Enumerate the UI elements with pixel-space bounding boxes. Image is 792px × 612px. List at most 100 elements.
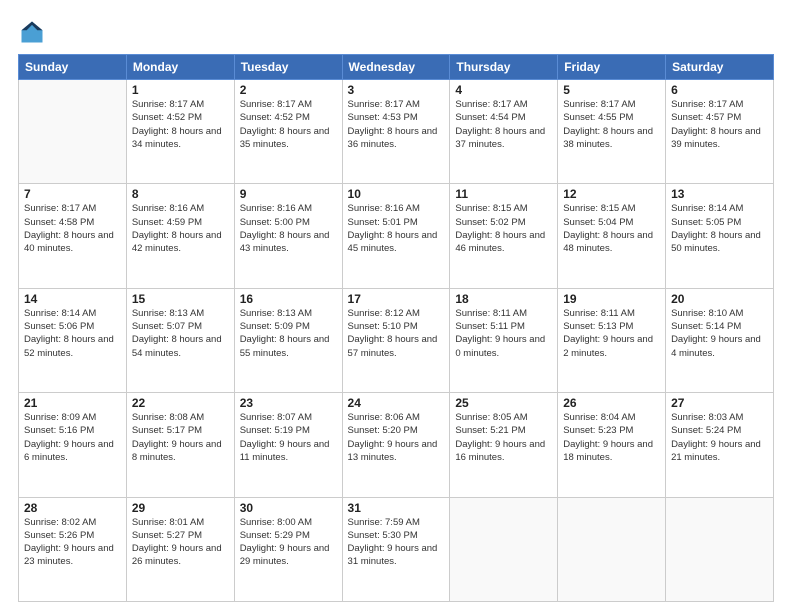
- calendar-cell: 26 Sunrise: 8:04 AM Sunset: 5:23 PM Dayl…: [558, 393, 666, 497]
- calendar-cell: 13 Sunrise: 8:14 AM Sunset: 5:05 PM Dayl…: [666, 184, 774, 288]
- daylight-text: Daylight: 8 hours and 54 minutes.: [132, 333, 229, 360]
- sunrise-text: Sunrise: 8:17 AM: [132, 98, 229, 111]
- sunset-text: Sunset: 4:55 PM: [563, 111, 660, 124]
- calendar-cell: 2 Sunrise: 8:17 AM Sunset: 4:52 PM Dayli…: [234, 80, 342, 184]
- calendar-cell: 31 Sunrise: 7:59 AM Sunset: 5:30 PM Dayl…: [342, 497, 450, 601]
- sunset-text: Sunset: 4:57 PM: [671, 111, 768, 124]
- sunrise-text: Sunrise: 8:16 AM: [348, 202, 445, 215]
- sunset-text: Sunset: 5:09 PM: [240, 320, 337, 333]
- day-number: 13: [671, 187, 768, 201]
- sunrise-text: Sunrise: 8:16 AM: [240, 202, 337, 215]
- calendar-cell: 12 Sunrise: 8:15 AM Sunset: 5:04 PM Dayl…: [558, 184, 666, 288]
- sunrise-text: Sunrise: 8:13 AM: [132, 307, 229, 320]
- calendar-cell: 16 Sunrise: 8:13 AM Sunset: 5:09 PM Dayl…: [234, 288, 342, 392]
- calendar-cell: [558, 497, 666, 601]
- weekday-header: Tuesday: [234, 55, 342, 80]
- sunrise-text: Sunrise: 8:02 AM: [24, 516, 121, 529]
- calendar-cell: 1 Sunrise: 8:17 AM Sunset: 4:52 PM Dayli…: [126, 80, 234, 184]
- calendar-cell: 7 Sunrise: 8:17 AM Sunset: 4:58 PM Dayli…: [19, 184, 127, 288]
- sunset-text: Sunset: 5:02 PM: [455, 216, 552, 229]
- weekday-header: Thursday: [450, 55, 558, 80]
- sunset-text: Sunset: 5:20 PM: [348, 424, 445, 437]
- day-number: 27: [671, 396, 768, 410]
- day-number: 2: [240, 83, 337, 97]
- sunrise-text: Sunrise: 8:15 AM: [455, 202, 552, 215]
- daylight-text: Daylight: 8 hours and 52 minutes.: [24, 333, 121, 360]
- sunset-text: Sunset: 4:52 PM: [240, 111, 337, 124]
- sunrise-text: Sunrise: 8:06 AM: [348, 411, 445, 424]
- sunset-text: Sunset: 5:30 PM: [348, 529, 445, 542]
- calendar-week-row: 21 Sunrise: 8:09 AM Sunset: 5:16 PM Dayl…: [19, 393, 774, 497]
- sunrise-text: Sunrise: 8:00 AM: [240, 516, 337, 529]
- logo-icon: [18, 18, 46, 46]
- calendar-week-row: 1 Sunrise: 8:17 AM Sunset: 4:52 PM Dayli…: [19, 80, 774, 184]
- calendar-cell: [666, 497, 774, 601]
- sunset-text: Sunset: 4:54 PM: [455, 111, 552, 124]
- daylight-text: Daylight: 8 hours and 39 minutes.: [671, 125, 768, 152]
- day-number: 7: [24, 187, 121, 201]
- calendar-cell: 25 Sunrise: 8:05 AM Sunset: 5:21 PM Dayl…: [450, 393, 558, 497]
- sunrise-text: Sunrise: 8:15 AM: [563, 202, 660, 215]
- daylight-text: Daylight: 9 hours and 2 minutes.: [563, 333, 660, 360]
- sunrise-text: Sunrise: 8:17 AM: [671, 98, 768, 111]
- daylight-text: Daylight: 8 hours and 43 minutes.: [240, 229, 337, 256]
- sunset-text: Sunset: 5:23 PM: [563, 424, 660, 437]
- sunrise-text: Sunrise: 8:16 AM: [132, 202, 229, 215]
- sunset-text: Sunset: 4:53 PM: [348, 111, 445, 124]
- day-number: 25: [455, 396, 552, 410]
- calendar-week-row: 28 Sunrise: 8:02 AM Sunset: 5:26 PM Dayl…: [19, 497, 774, 601]
- day-number: 5: [563, 83, 660, 97]
- calendar-table: SundayMondayTuesdayWednesdayThursdayFrid…: [18, 54, 774, 602]
- calendar-cell: 10 Sunrise: 8:16 AM Sunset: 5:01 PM Dayl…: [342, 184, 450, 288]
- calendar-cell: 6 Sunrise: 8:17 AM Sunset: 4:57 PM Dayli…: [666, 80, 774, 184]
- daylight-text: Daylight: 8 hours and 40 minutes.: [24, 229, 121, 256]
- day-number: 19: [563, 292, 660, 306]
- calendar-cell: 9 Sunrise: 8:16 AM Sunset: 5:00 PM Dayli…: [234, 184, 342, 288]
- calendar-cell: 8 Sunrise: 8:16 AM Sunset: 4:59 PM Dayli…: [126, 184, 234, 288]
- day-number: 16: [240, 292, 337, 306]
- day-number: 18: [455, 292, 552, 306]
- day-number: 9: [240, 187, 337, 201]
- logo: [18, 18, 50, 46]
- sunrise-text: Sunrise: 8:17 AM: [348, 98, 445, 111]
- calendar-cell: 11 Sunrise: 8:15 AM Sunset: 5:02 PM Dayl…: [450, 184, 558, 288]
- daylight-text: Daylight: 9 hours and 0 minutes.: [455, 333, 552, 360]
- calendar-cell: 18 Sunrise: 8:11 AM Sunset: 5:11 PM Dayl…: [450, 288, 558, 392]
- weekday-header: Wednesday: [342, 55, 450, 80]
- day-number: 28: [24, 501, 121, 515]
- day-number: 22: [132, 396, 229, 410]
- daylight-text: Daylight: 9 hours and 6 minutes.: [24, 438, 121, 465]
- day-number: 23: [240, 396, 337, 410]
- page: SundayMondayTuesdayWednesdayThursdayFrid…: [0, 0, 792, 612]
- daylight-text: Daylight: 8 hours and 45 minutes.: [348, 229, 445, 256]
- daylight-text: Daylight: 8 hours and 48 minutes.: [563, 229, 660, 256]
- sunset-text: Sunset: 5:19 PM: [240, 424, 337, 437]
- sunrise-text: Sunrise: 8:13 AM: [240, 307, 337, 320]
- day-number: 12: [563, 187, 660, 201]
- sunrise-text: Sunrise: 8:14 AM: [24, 307, 121, 320]
- sunset-text: Sunset: 5:26 PM: [24, 529, 121, 542]
- sunrise-text: Sunrise: 8:07 AM: [240, 411, 337, 424]
- sunset-text: Sunset: 5:10 PM: [348, 320, 445, 333]
- daylight-text: Daylight: 9 hours and 13 minutes.: [348, 438, 445, 465]
- sunset-text: Sunset: 4:52 PM: [132, 111, 229, 124]
- calendar-cell: 5 Sunrise: 8:17 AM Sunset: 4:55 PM Dayli…: [558, 80, 666, 184]
- day-number: 29: [132, 501, 229, 515]
- sunrise-text: Sunrise: 8:17 AM: [240, 98, 337, 111]
- calendar-cell: 19 Sunrise: 8:11 AM Sunset: 5:13 PM Dayl…: [558, 288, 666, 392]
- day-number: 8: [132, 187, 229, 201]
- sunset-text: Sunset: 5:21 PM: [455, 424, 552, 437]
- day-number: 1: [132, 83, 229, 97]
- daylight-text: Daylight: 8 hours and 34 minutes.: [132, 125, 229, 152]
- day-number: 26: [563, 396, 660, 410]
- sunrise-text: Sunrise: 8:11 AM: [455, 307, 552, 320]
- sunrise-text: Sunrise: 8:12 AM: [348, 307, 445, 320]
- day-number: 14: [24, 292, 121, 306]
- daylight-text: Daylight: 8 hours and 37 minutes.: [455, 125, 552, 152]
- calendar-cell: 15 Sunrise: 8:13 AM Sunset: 5:07 PM Dayl…: [126, 288, 234, 392]
- calendar-cell: 20 Sunrise: 8:10 AM Sunset: 5:14 PM Dayl…: [666, 288, 774, 392]
- day-number: 10: [348, 187, 445, 201]
- sunrise-text: Sunrise: 8:10 AM: [671, 307, 768, 320]
- daylight-text: Daylight: 9 hours and 21 minutes.: [671, 438, 768, 465]
- daylight-text: Daylight: 8 hours and 46 minutes.: [455, 229, 552, 256]
